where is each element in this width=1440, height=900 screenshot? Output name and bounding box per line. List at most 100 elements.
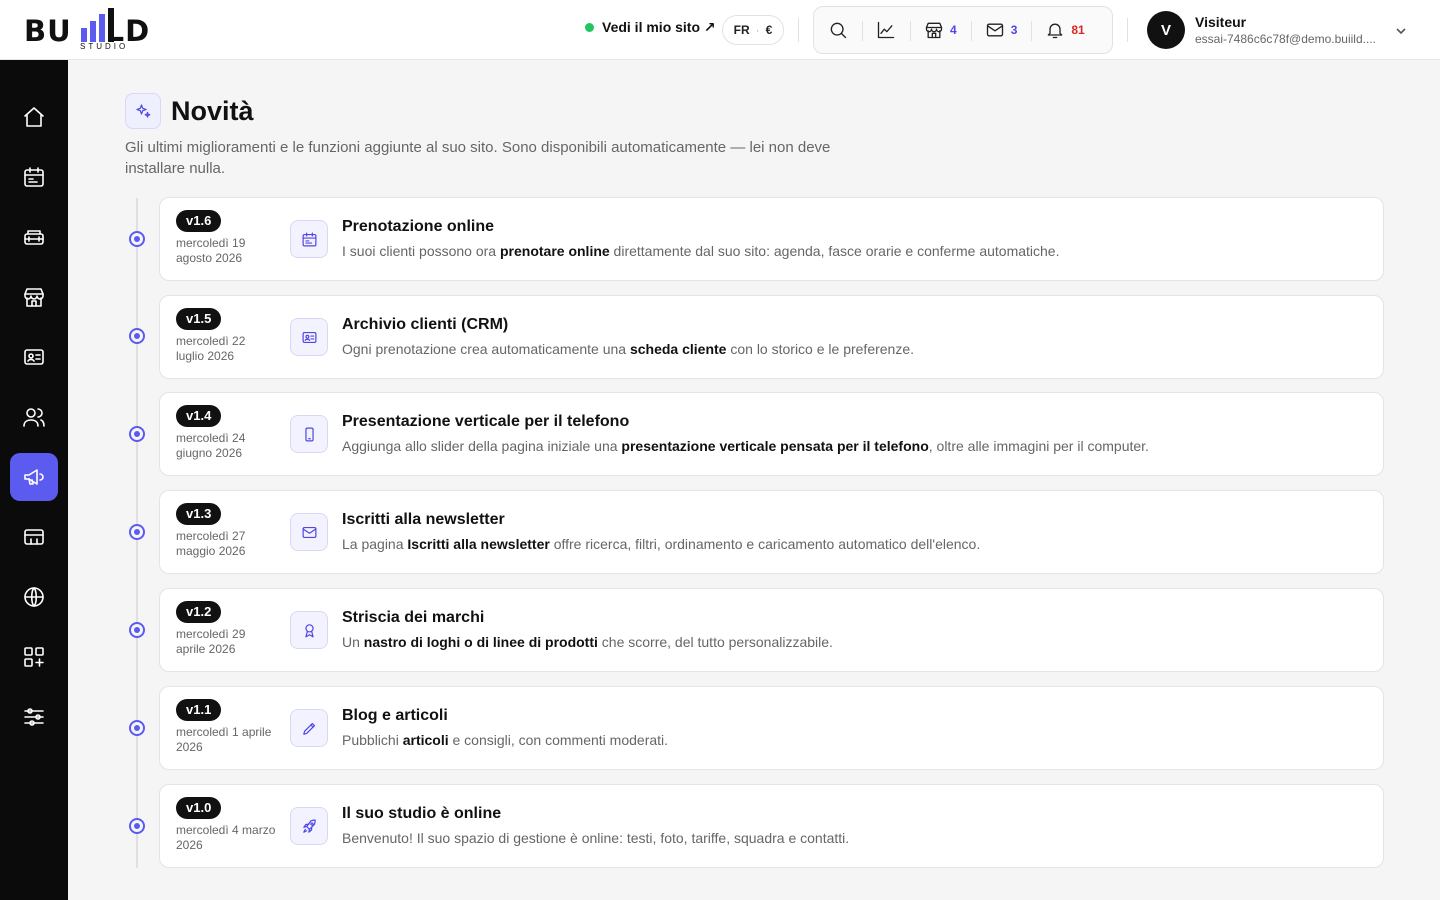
- release-date: mercoledì 4 marzo 2026: [176, 823, 276, 852]
- store-count: 4: [950, 23, 957, 37]
- timeline-dot: [129, 622, 145, 638]
- store-icon: [24, 288, 44, 307]
- megaphone-icon: [24, 469, 44, 485]
- header-divider: [798, 18, 799, 42]
- bell-icon: [1048, 23, 1063, 39]
- sidebar-item-store[interactable]: [10, 273, 58, 321]
- brand-sub: STUDIO: [80, 42, 129, 51]
- notifications-count: 81: [1071, 23, 1085, 37]
- messages-button[interactable]: 3: [970, 7, 1032, 53]
- page-title: Novità: [171, 95, 254, 126]
- id-card-icon: [24, 349, 44, 365]
- release-date: mercoledì 24 giugno 2026: [176, 431, 246, 460]
- store-button[interactable]: 4: [910, 7, 971, 53]
- pencil-icon: [302, 722, 315, 735]
- search-icon: [830, 22, 847, 39]
- feature-icon-badge: [290, 318, 328, 356]
- timeline-dot: [129, 818, 145, 834]
- calendar-icon: [302, 232, 316, 246]
- card-icon: [24, 529, 44, 545]
- feature-icon-badge: [290, 709, 328, 747]
- sidebar-item-billing[interactable]: [10, 513, 58, 561]
- home-icon: [24, 107, 44, 127]
- chart-icon: [877, 21, 895, 39]
- language-label: FR: [733, 23, 750, 37]
- sidebar-item-home[interactable]: [10, 93, 58, 141]
- header-divider: [1127, 18, 1128, 42]
- view-site-link[interactable]: Vedi il mio sito ↗: [585, 19, 716, 36]
- sidebar-item-settings[interactable]: [10, 693, 58, 741]
- feature-title: Archivio clienti (CRM): [342, 316, 509, 333]
- release-date: mercoledì 1 aprile 2026: [176, 725, 272, 754]
- sidebar-item-services[interactable]: [10, 213, 58, 261]
- sliders-icon: [24, 708, 44, 726]
- sidebar-item-apps[interactable]: [10, 633, 58, 681]
- brand-name-left: BU: [24, 14, 72, 48]
- feature-icon-badge: [290, 807, 328, 845]
- timeline-dot: [129, 328, 145, 344]
- rocket-icon: [302, 819, 316, 833]
- award-icon: [304, 623, 314, 637]
- messages-count: 3: [1010, 23, 1018, 37]
- sidebar-item-calendar[interactable]: [10, 153, 58, 201]
- sidebar-item-website[interactable]: [10, 573, 58, 621]
- language-currency-selector[interactable]: FR · €: [722, 15, 784, 45]
- release-date: mercoledì 29 aprile 2026: [176, 627, 246, 656]
- feature-description: Un nastro di loghi o di linee di prodott…: [342, 634, 833, 650]
- version-badge: v1.4: [176, 405, 222, 427]
- release-card: v1.4 mercoledì 24 giugno 2026 Presentazi…: [159, 392, 1384, 476]
- version-badge: v1.0: [176, 797, 222, 819]
- mail-icon: [302, 526, 316, 538]
- header-toolbar: 4 3 81: [813, 6, 1113, 54]
- feature-description: Ogni prenotazione crea automaticamente u…: [342, 341, 915, 357]
- calendar-icon: [24, 167, 44, 187]
- release-card: v1.3 mercoledì 27 maggio 2026 Iscritti a…: [159, 490, 1384, 574]
- feature-title: Blog e articoli: [342, 707, 448, 724]
- users-icon: [23, 408, 45, 427]
- user-menu-toggle[interactable]: [1395, 24, 1407, 36]
- analytics-button[interactable]: [862, 7, 910, 53]
- timeline-dot: [129, 231, 145, 247]
- search-button[interactable]: [814, 7, 862, 53]
- feature-description: Benvenuto! Il suo spazio di gestione è o…: [342, 830, 850, 846]
- version-badge: v1.3: [176, 503, 222, 525]
- top-header: BULD STUDIO Vedi il mio sito ↗ FR · € 4: [0, 0, 1440, 60]
- feature-title: Striscia dei marchi: [342, 609, 485, 626]
- feature-title: Il suo studio è online: [342, 805, 502, 822]
- version-badge: v1.1: [176, 699, 222, 721]
- id-card-icon: [302, 331, 316, 343]
- feature-icon-badge: [290, 220, 328, 258]
- sidebar-item-announcements[interactable]: [10, 453, 58, 501]
- release-date: mercoledì 22 luglio 2026: [176, 334, 246, 363]
- user-menu[interactable]: V Visiteur essai-7486c6c78f@demo.buiild.…: [1147, 11, 1385, 49]
- apps-icon: [24, 647, 44, 667]
- notifications-button[interactable]: 81: [1031, 7, 1098, 53]
- feature-title: Presentazione verticale per il telefono: [342, 413, 630, 430]
- sidebar-item-team[interactable]: [10, 393, 58, 441]
- release-card: v1.6 mercoledì 19 agosto 2026 Prenotazio…: [159, 197, 1384, 281]
- user-email: essai-7486c6c78f@demo.buiild....: [1195, 32, 1376, 46]
- sparkles-badge: [125, 93, 161, 129]
- release-card: v1.0 mercoledì 4 marzo 2026 Il suo studi…: [159, 784, 1384, 868]
- feature-title: Iscritti alla newsletter: [342, 511, 505, 528]
- version-badge: v1.2: [176, 601, 222, 623]
- feature-icon-badge: [290, 611, 328, 649]
- page-header: Novità Gli ultimi miglioramenti e le fun…: [125, 93, 845, 179]
- globe-icon: [24, 587, 44, 607]
- version-badge: v1.6: [176, 210, 222, 232]
- store-icon: [925, 22, 943, 39]
- release-card: v1.5 mercoledì 22 luglio 2026 Archivio c…: [159, 295, 1384, 379]
- feature-description: Pubblichi articoli e consigli, con comme…: [342, 732, 669, 748]
- page-description: Gli ultimi miglioramenti e le funzioni a…: [125, 139, 831, 177]
- chevron-down-icon: [1396, 28, 1406, 35]
- feature-description: Aggiunga allo slider della pagina inizia…: [342, 438, 1149, 454]
- phone-icon: [304, 427, 314, 441]
- currency-label: €: [765, 23, 773, 37]
- version-badge: v1.5: [176, 308, 222, 330]
- sidebar-item-contacts[interactable]: [10, 333, 58, 381]
- timeline-dot: [129, 524, 145, 540]
- sparkles-icon: [136, 104, 151, 118]
- brand-logo[interactable]: BU LD STUDIO: [24, 8, 184, 52]
- sidebar: [0, 60, 68, 900]
- release-date: mercoledì 19 agosto 2026: [176, 236, 246, 265]
